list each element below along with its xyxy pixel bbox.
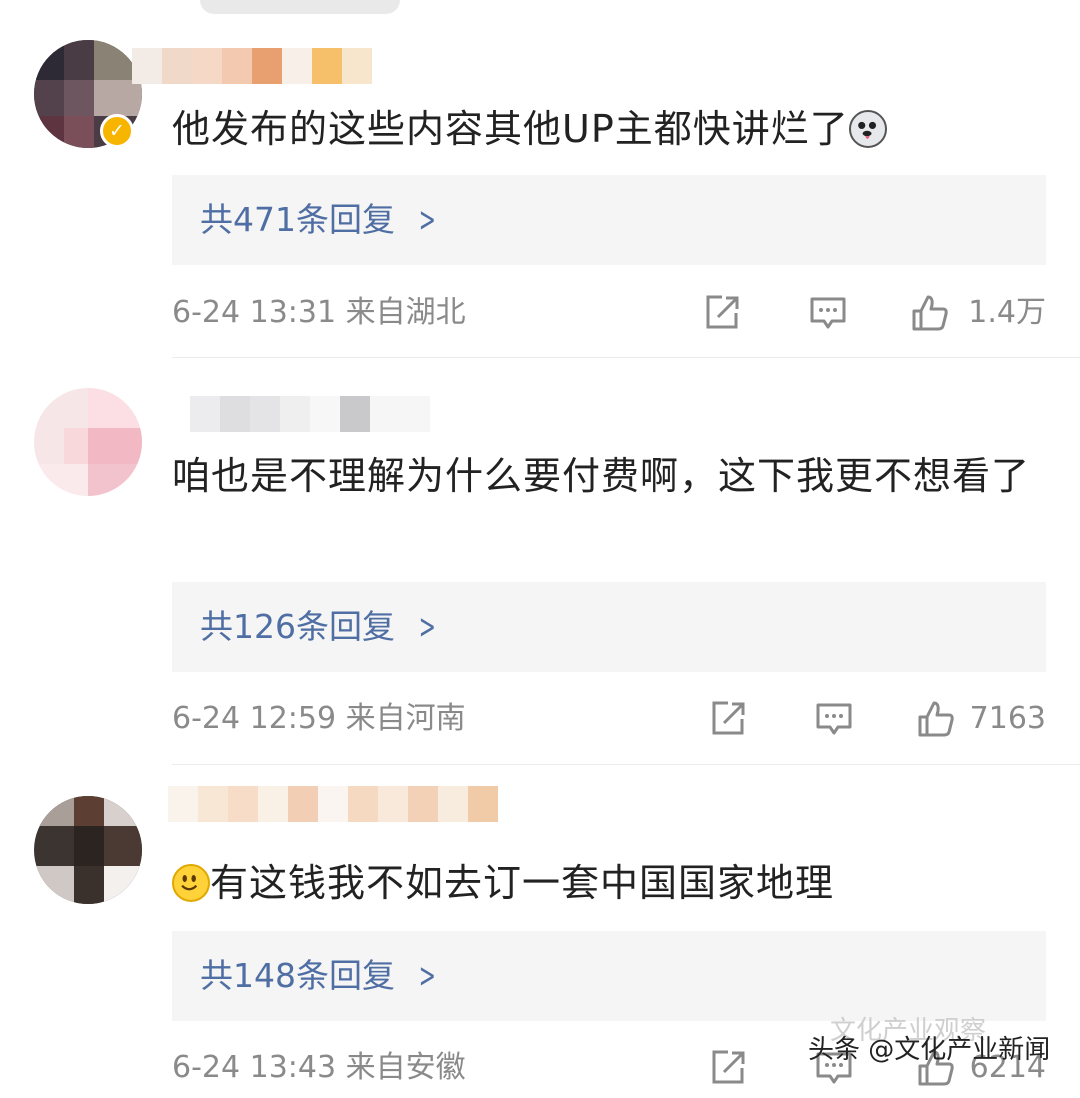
divider [172, 357, 1080, 358]
like-count: 7163 [969, 701, 1046, 736]
comment-location: 来自河南 [345, 701, 466, 736]
comment-text: 咱也是不理解为什么要付费啊，这下我更不想看了 [172, 454, 1031, 498]
divider [172, 764, 1080, 765]
avatar[interactable] [34, 388, 142, 496]
comment-time: 6-24 12:59 [172, 701, 337, 736]
chevron-right-icon: > [418, 956, 436, 996]
avatar[interactable] [34, 796, 142, 904]
reply-count-link[interactable]: 共126条回复 > [200, 582, 442, 672]
comment-icon[interactable] [814, 699, 854, 739]
comment-text: 他发布的这些内容其他UP主都快讲烂了 [172, 98, 1030, 160]
chevron-right-icon: > [418, 200, 436, 240]
comment-icon[interactable] [808, 293, 848, 333]
scroll-top-remnant [200, 0, 400, 14]
comment-location: 来自湖北 [345, 295, 466, 330]
reply-count-link[interactable]: 共148条回复 > [200, 931, 442, 1021]
reply-summary[interactable]: 共126条回复 > [172, 582, 1046, 672]
watermark: 头条 @文化产业新闻 [808, 1035, 1051, 1065]
like-count: 1.4万 [968, 295, 1046, 330]
username[interactable] [190, 396, 430, 432]
like-icon[interactable] [916, 699, 956, 739]
comment-meta: 6-24 12:59 来自河南 7163 [172, 689, 1046, 749]
username[interactable] [168, 786, 498, 822]
reply-count-link[interactable]: 共471条回复 > [200, 175, 442, 265]
like-icon[interactable] [910, 293, 950, 333]
reply-summary[interactable]: 共471条回复 > [172, 175, 1046, 265]
comment-location: 来自安徽 [345, 1050, 466, 1085]
comment-meta: 6-24 13:31 来自湖北 1.4万 [172, 283, 1046, 343]
comment-time: 6-24 13:43 [172, 1050, 337, 1085]
share-icon[interactable] [708, 699, 748, 739]
share-icon[interactable] [702, 293, 742, 333]
chevron-right-icon: > [418, 607, 436, 647]
share-icon[interactable] [708, 1048, 748, 1088]
reply-summary[interactable]: 共148条回复 > [172, 931, 1046, 1021]
verified-badge-icon: ✓ [100, 114, 134, 148]
smile-emoji-icon [172, 864, 210, 902]
comment-text: 有这钱我不如去订一套中国国家地理 [172, 852, 1030, 914]
husky-emoji-icon [848, 110, 887, 148]
comment-time: 6-24 13:31 [172, 295, 337, 330]
username[interactable] [132, 48, 372, 84]
